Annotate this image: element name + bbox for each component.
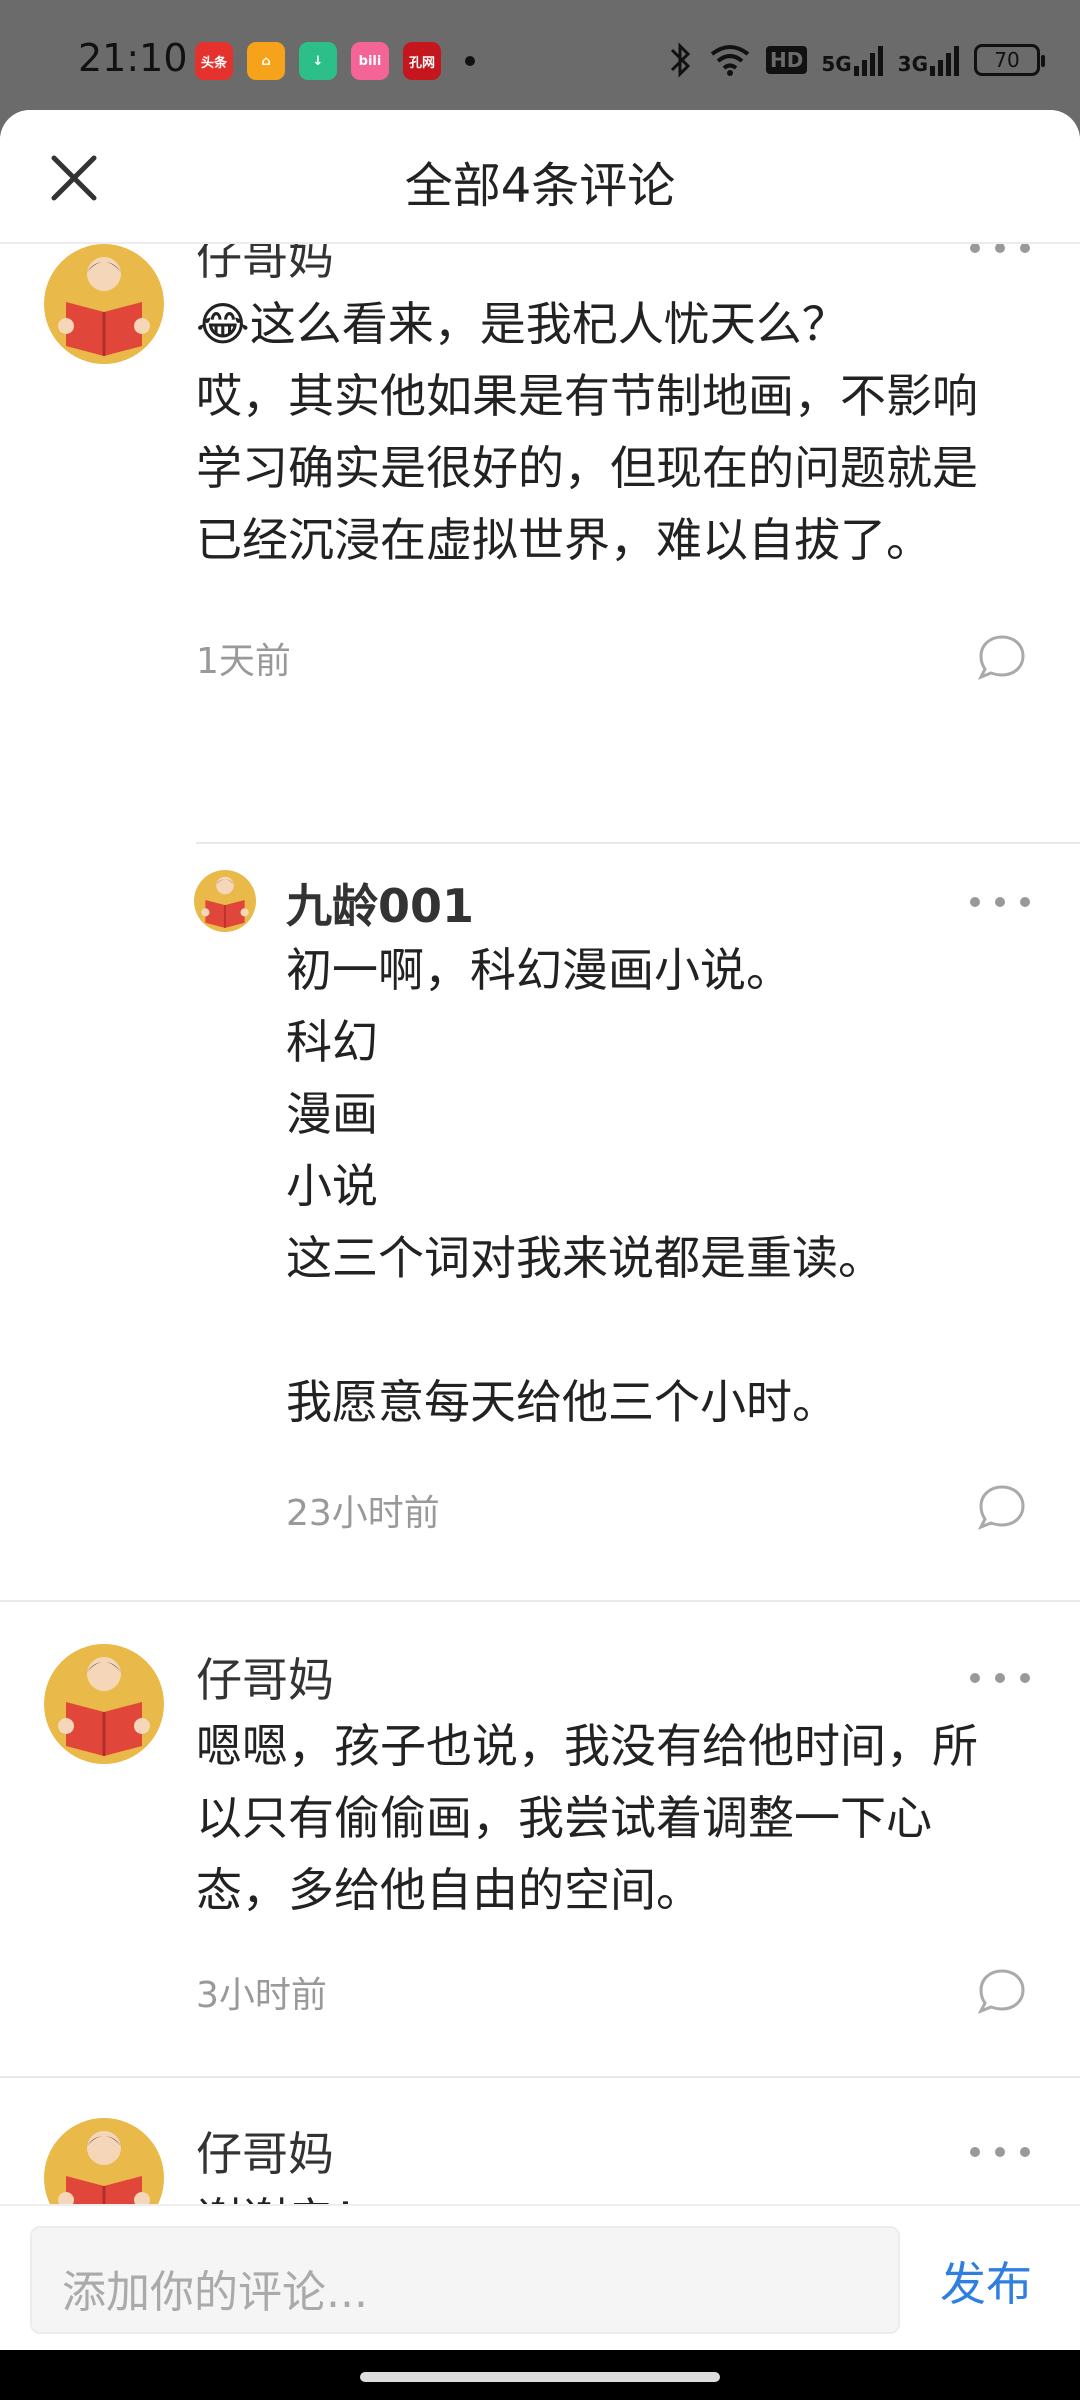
comment-username[interactable]: 仔哥妈	[196, 1644, 334, 1710]
signal-bars-icon	[853, 46, 883, 76]
sheet-title: 全部4条评论	[404, 158, 676, 214]
home-indicator[interactable]	[360, 2372, 720, 2382]
avatar[interactable]	[44, 2118, 164, 2204]
divider	[196, 842, 1080, 844]
comment-time: 23小时前	[286, 1493, 440, 1534]
comment-item: 仔哥妈 谢谢亲！	[0, 2118, 1080, 2204]
divider	[0, 2076, 1080, 2078]
comments-list[interactable]: 仔哥妈 😂这么看来，是我杞人忧天么？ 哎，其实他如果是有节制地画，不影响 学习确…	[0, 244, 1080, 2204]
signal-bars-icon	[930, 46, 959, 76]
wifi-icon	[710, 45, 750, 76]
status-time: 21:10	[78, 36, 188, 80]
comment-text: 谢谢亲！	[196, 2184, 1046, 2204]
bilibili-app-icon: bili	[351, 42, 389, 80]
reply-icon[interactable]	[978, 1484, 1026, 1530]
signal-5g-icon: 5G	[821, 44, 883, 76]
comment-item: 仔哥妈 嗯嗯，孩子也说，我没有给他时间，所 以只有偷偷画，我尝试着调整一下心 态…	[0, 1644, 1080, 2094]
more-notifications-dot	[465, 56, 475, 66]
comment-input[interactable]: 添加你的评论...	[30, 2226, 900, 2334]
comment-text: 初一啊，科幻漫画小说。 科幻 漫画 小说 这三个词对我来说都是重读。 我愿意每天…	[286, 943, 884, 1429]
comment-item: 仔哥妈 😂这么看来，是我杞人忧天么？ 哎，其实他如果是有节制地画，不影响 学习确…	[0, 244, 1080, 734]
more-options-icon[interactable]	[970, 1668, 1030, 1688]
comment-username[interactable]: 九龄001	[286, 870, 474, 936]
comment-username[interactable]: 仔哥妈	[196, 244, 334, 288]
comment-time: 1天前	[196, 641, 291, 682]
comment-text: 嗯嗯，孩子也说，我没有给他时间，所 以只有偷偷画，我尝试着调整一下心 态，多给他…	[196, 1719, 978, 1917]
comment-text: 😂这么看来，是我杞人忧天么？ 哎，其实他如果是有节制地画，不影响 学习确实是很好…	[196, 297, 978, 567]
comments-sheet: 全部4条评论 仔哥妈 😂这么看来，是我杞人忧天么？ 哎，其实他如果是有节制地画，…	[0, 110, 1080, 2400]
publish-button[interactable]: 发布	[940, 2248, 1032, 2314]
signal-5g-label: 5G	[821, 52, 852, 76]
home-app-icon: ⌂	[247, 42, 285, 80]
reply-icon[interactable]	[978, 634, 1026, 680]
sheet-header: 全部4条评论	[0, 110, 1080, 244]
status-bar: 21:10 头条 ⌂ ↓ bili 孔网 HD 5G 3G 70	[0, 0, 1080, 110]
battery-level: 70	[994, 48, 1020, 72]
avatar[interactable]	[194, 870, 256, 932]
divider	[0, 1600, 1080, 1602]
comment-username[interactable]: 仔哥妈	[196, 2118, 334, 2184]
reply-comment-item: 九龄001 初一啊，科幻漫画小说。 科幻 漫画 小说 这三个词对我来说都是重读。…	[0, 870, 1080, 1720]
notification-app-icons: 头条 ⌂ ↓ bili 孔网	[195, 42, 475, 80]
signal-3g-icon: 3G	[898, 44, 960, 76]
kongfz-app-icon: 孔网	[403, 42, 441, 80]
battery-icon: 70	[974, 44, 1045, 76]
avatar[interactable]	[44, 244, 164, 364]
more-options-icon[interactable]	[970, 2142, 1030, 2162]
download-app-icon: ↓	[299, 42, 337, 80]
toutiao-app-icon: 头条	[195, 42, 233, 80]
comment-time: 3小时前	[196, 1975, 327, 2016]
reply-icon[interactable]	[978, 1968, 1026, 2014]
hd-indicator: HD	[765, 46, 808, 74]
bluetooth-icon	[670, 42, 691, 78]
more-options-icon[interactable]	[970, 892, 1030, 912]
signal-3g-label: 3G	[897, 52, 928, 76]
status-indicators: HD 5G 3G 70	[666, 40, 1045, 80]
avatar[interactable]	[44, 1644, 164, 1764]
more-options-icon[interactable]	[970, 244, 1030, 258]
